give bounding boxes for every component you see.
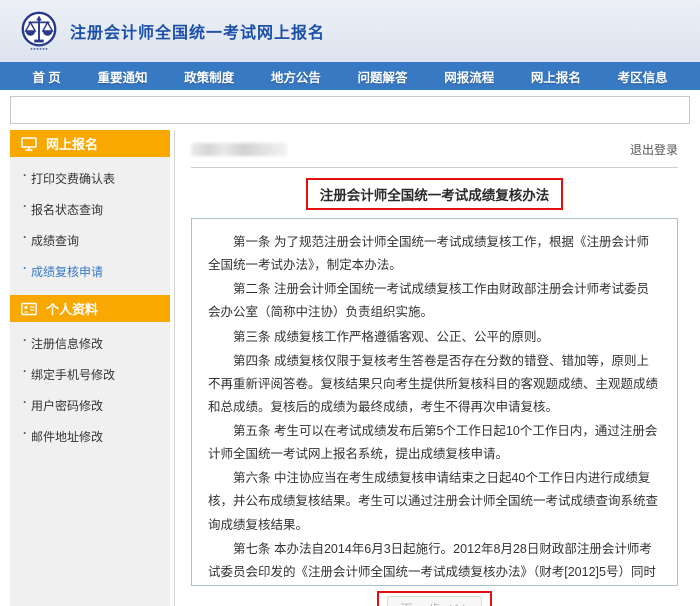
sidebar-item-registration-status-inquiry[interactable]: 报名状态查询 [10, 194, 170, 225]
sidebar-section-title: 网上报名 [46, 134, 98, 153]
id-card-icon [21, 302, 37, 316]
logout-link[interactable]: 退出登录 [630, 141, 678, 158]
main-top-bar: 退出登录 [191, 140, 678, 158]
sidebar-section-personal-info: 个人资料 [10, 295, 170, 322]
monitor-icon [21, 137, 37, 151]
top-nav: 首 页 重要通知 政策制度 地方公告 问题解答 网报流程 网上报名 考区信息 [0, 62, 700, 90]
document-title-row: 注册会计师全国统一考试成绩复核办法 [191, 178, 678, 210]
document-body: 第一条 为了规范注册会计师全国统一考试成绩复核工作，根据《注册会计师全国统一考试… [191, 218, 678, 586]
site-header: ★★★★★★ 注册会计师全国统一考试网上报名 [0, 0, 700, 62]
sidebar-item-score-review-application[interactable]: 成绩复核申请 [10, 256, 170, 287]
sidebar-item-print-payment-confirmation[interactable]: 打印交费确认表 [10, 163, 170, 194]
nav-item-important-notices[interactable]: 重要通知 [97, 67, 147, 86]
nav-item-online-registration[interactable]: 网上报名 [531, 67, 581, 86]
doc-paragraph-5: 第五条 考生可以在考试成绩发布后第5个工作日起10个工作日内，通过注册会计师全国… [208, 420, 661, 466]
bottom-button-row: 下一步 (1) [191, 591, 678, 606]
sidebar-item-score-inquiry[interactable]: 成绩查询 [10, 225, 170, 256]
nav-item-exam-area-info[interactable]: 考区信息 [618, 67, 668, 86]
doc-paragraph-3: 第三条 成绩复核工作严格遵循客观、公正、公平的原则。 [208, 326, 661, 349]
sidebar: 网上报名 打印交费确认表 报名状态查询 成绩查询 成绩复核申请 个人资料 注册信… [10, 130, 170, 606]
sidebar-section-online-registration: 网上报名 [10, 130, 170, 157]
nav-item-home[interactable]: 首 页 [32, 67, 60, 86]
doc-paragraph-7: 第七条 本办法自2014年6月3日起施行。2012年8月28日财政部注册会计师考… [208, 538, 661, 586]
annotation-highlight-box: 下一步 (1) [377, 591, 491, 606]
sidebar-item-registration-info-edit[interactable]: 注册信息修改 [10, 328, 170, 359]
next-step-button[interactable]: 下一步 (1) [387, 596, 481, 606]
doc-paragraph-4: 第四条 成绩复核仅限于复核考生答卷是否存在分数的错登、错加等，原则上不再重新评阅… [208, 350, 661, 419]
nav-item-registration-process[interactable]: 网报流程 [444, 67, 494, 86]
banner-box [10, 96, 690, 124]
top-divider [191, 167, 678, 168]
svg-text:★★★★★★: ★★★★★★ [30, 47, 48, 51]
sidebar-item-email-edit[interactable]: 邮件地址修改 [10, 421, 170, 452]
sidebar-menu-registration: 打印交费确认表 报名状态查询 成绩查询 成绩复核申请 [10, 157, 170, 295]
cicpa-logo-icon: ★★★★★★ [18, 10, 60, 52]
sidebar-item-phone-number-edit[interactable]: 绑定手机号修改 [10, 359, 170, 390]
sidebar-menu-personal: 注册信息修改 绑定手机号修改 用户密码修改 邮件地址修改 [10, 322, 170, 460]
content-row: 网上报名 打印交费确认表 报名状态查询 成绩查询 成绩复核申请 个人资料 注册信… [10, 130, 692, 606]
sidebar-section-title: 个人资料 [46, 299, 98, 318]
sidebar-item-password-edit[interactable]: 用户密码修改 [10, 390, 170, 421]
nav-item-policies[interactable]: 政策制度 [184, 67, 234, 86]
site-title: 注册会计师全国统一考试网上报名 [70, 19, 325, 43]
document-title: 注册会计师全国统一考试成绩复核办法 [306, 178, 564, 210]
doc-paragraph-2: 第二条 注册会计师全国统一考试成绩复核工作由财政部注册会计师考试委员会办公室（简… [208, 278, 661, 324]
nav-item-faq[interactable]: 问题解答 [358, 67, 408, 86]
nav-item-local-announcements[interactable]: 地方公告 [271, 67, 321, 86]
doc-paragraph-6: 第六条 中注协应当在考生成绩复核申请结束之日起40个工作日内进行成绩复核，并公布… [208, 467, 661, 536]
main-content: 退出登录 注册会计师全国统一考试成绩复核办法 第一条 为了规范注册会计师全国统一… [175, 130, 692, 606]
user-name-redacted [191, 143, 287, 156]
doc-paragraph-1: 第一条 为了规范注册会计师全国统一考试成绩复核工作，根据《注册会计师全国统一考试… [208, 231, 661, 277]
